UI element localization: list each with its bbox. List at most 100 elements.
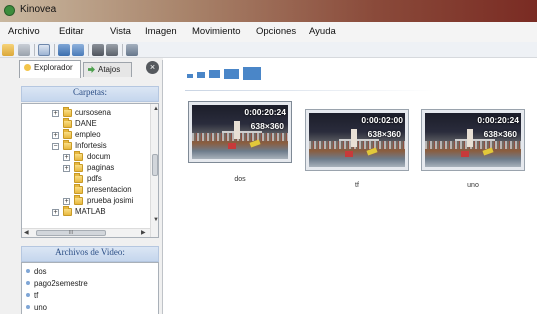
list-item[interactable]: tf	[26, 291, 38, 300]
scroll-left-icon[interactable]: ◀	[24, 229, 29, 237]
tree-item-label: presentacion	[87, 185, 132, 194]
expand-icon[interactable]: +	[63, 165, 70, 172]
video-file-label: pago2semestre	[34, 279, 88, 288]
close-panel-icon[interactable]: ×	[146, 61, 159, 74]
tree-item[interactable]: + prueba josimi	[22, 195, 150, 207]
tab-explorer[interactable]: Explorador	[19, 60, 81, 78]
thumbnail-filename: dos	[234, 176, 246, 183]
tree-item[interactable]: pdfs	[22, 173, 150, 185]
scroll-thumb[interactable]: III	[36, 230, 106, 236]
thumb-size-s-button[interactable]	[197, 72, 205, 78]
video-file-label: dos	[34, 267, 47, 276]
single-player-icon[interactable]	[38, 44, 50, 56]
star-icon	[24, 64, 31, 71]
explorer-panel: Explorador Atajos × Carpetas: + cursosen…	[17, 60, 163, 314]
thumbnail-resolution: 638×360	[483, 129, 517, 139]
toolbar-separator	[88, 44, 89, 56]
thumb-size-m-button[interactable]	[209, 70, 220, 78]
bullet-icon	[26, 269, 30, 273]
tree-item-label: Infortesis	[75, 141, 107, 150]
capture-dual-icon[interactable]	[106, 44, 118, 56]
tree-item[interactable]: − Infortesis	[22, 140, 150, 152]
tree-item-label: empleo	[75, 130, 101, 139]
thumbnail-duration: 0:00:02:00	[361, 115, 403, 125]
menu-opciones[interactable]: Opciones	[256, 26, 296, 37]
tab-explorer-label: Explorador	[34, 63, 73, 72]
tree-item[interactable]: + docum	[22, 151, 150, 163]
video-file-label: tf	[34, 291, 39, 300]
thumb-size-xs-button[interactable]	[187, 74, 193, 78]
list-item[interactable]: dos	[26, 267, 47, 276]
videos-header: Archivos de Video:	[21, 246, 159, 262]
tree-item[interactable]: presentacion	[22, 184, 150, 196]
dual-player-vertical-icon[interactable]	[72, 44, 84, 56]
window-title: Kinovea	[20, 4, 57, 15]
bullet-icon	[26, 305, 30, 309]
toolbar	[0, 42, 537, 58]
dual-player-horizontal-icon[interactable]	[58, 44, 70, 56]
bullet-icon	[26, 293, 30, 297]
folder-icon	[74, 184, 83, 194]
video-thumbnail[interactable]: 0:00:20:24 638×360	[421, 109, 525, 171]
thumbnail-duration: 0:00:20:24	[477, 115, 519, 125]
toolbar-separator	[122, 44, 123, 56]
tree-item[interactable]: + empleo	[22, 129, 150, 141]
tree-horizontal-scrollbar[interactable]: ◀ III ▶	[22, 228, 150, 237]
list-item[interactable]: pago2semestre	[26, 279, 88, 288]
menu-vista[interactable]: Vista	[110, 26, 131, 37]
folder-tree[interactable]: + cursosena DANE + empleo − Infortesis +…	[21, 103, 159, 238]
scroll-down-icon[interactable]: ▼	[153, 216, 158, 224]
menu-ayuda[interactable]: Ayuda	[309, 26, 336, 37]
tree-vertical-scrollbar[interactable]: ▲ ▼	[150, 104, 158, 237]
video-file-label: uno	[34, 303, 48, 312]
thumbnail-filename: uno	[467, 182, 479, 189]
open-folder-icon[interactable]	[2, 44, 14, 56]
video-thumbnail[interactable]: 0:00:02:00 638×360	[305, 109, 409, 171]
folder-icon	[63, 206, 72, 216]
expand-icon[interactable]: +	[63, 198, 70, 205]
tree-item[interactable]: DANE	[22, 118, 150, 130]
tab-shortcuts[interactable]: Atajos	[83, 62, 132, 77]
folder-icon	[74, 151, 83, 161]
capture-icon[interactable]	[92, 44, 104, 56]
folders-header: Carpetas:	[21, 86, 159, 102]
menu-bar: Archivo Editar Vista Imagen Movimiento O…	[0, 22, 537, 42]
tree-item[interactable]: + paginas	[22, 162, 150, 174]
thumbnail-resolution: 638×360	[367, 129, 401, 139]
folder-icon	[74, 162, 83, 172]
tree-item[interactable]: + cursosena	[22, 107, 150, 119]
folder-icon	[63, 107, 72, 117]
divider	[185, 90, 435, 91]
scroll-thumb[interactable]	[152, 154, 158, 176]
menu-editar[interactable]: Editar	[59, 26, 84, 37]
arrow-right-icon	[88, 66, 95, 73]
menu-movimiento[interactable]: Movimiento	[192, 26, 241, 37]
expand-icon[interactable]: +	[52, 209, 59, 216]
expand-icon[interactable]: +	[52, 132, 59, 139]
menu-archivo[interactable]: Archivo	[8, 26, 40, 37]
scroll-right-icon[interactable]: ▶	[141, 229, 146, 237]
save-icon[interactable]	[18, 44, 30, 56]
expand-icon[interactable]: +	[63, 154, 70, 161]
thumb-size-l-button[interactable]	[224, 69, 239, 79]
expand-icon[interactable]: +	[52, 110, 59, 117]
capture-vertical-icon[interactable]	[126, 44, 138, 56]
video-thumbnail[interactable]: 0:00:20:24 638×360	[188, 101, 292, 163]
title-bar: Kinovea	[0, 0, 537, 22]
scroll-up-icon[interactable]: ▲	[153, 105, 158, 113]
thumbnail-duration: 0:00:20:24	[244, 107, 286, 117]
thumb-size-xl-button[interactable]	[243, 67, 261, 80]
tab-shortcuts-label: Atajos	[98, 65, 121, 74]
tree-item-label: paginas	[87, 163, 115, 172]
tree-item-label: MATLAB	[75, 207, 106, 216]
menu-imagen[interactable]: Imagen	[145, 26, 177, 37]
folder-icon	[63, 118, 72, 128]
bullet-icon	[26, 281, 30, 285]
tree-item[interactable]: + MATLAB	[22, 206, 150, 218]
list-item[interactable]: uno	[26, 303, 47, 312]
video-preview: 0:00:02:00 638×360	[309, 113, 405, 167]
collapse-icon[interactable]: −	[52, 143, 59, 150]
video-preview: 0:00:20:24 638×360	[192, 105, 288, 159]
video-preview: 0:00:20:24 638×360	[425, 113, 521, 167]
tree-item-label: pdfs	[87, 174, 102, 183]
